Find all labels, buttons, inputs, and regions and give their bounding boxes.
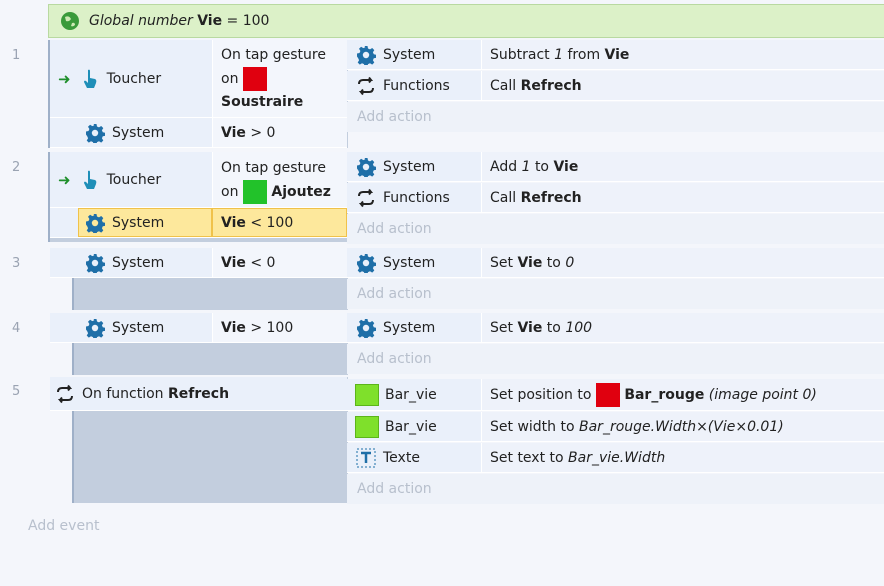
action-row[interactable]: Bar_vie Set position to Bar_rouge (image…: [347, 379, 884, 411]
event-number: 4: [12, 321, 21, 336]
condition-row[interactable]: System Vie > 0: [50, 118, 347, 148]
text-icon: [355, 447, 377, 469]
condition-object-label: Toucher: [106, 171, 162, 188]
action-row[interactable]: Functions Call Refrech: [347, 71, 884, 101]
action-object-label: System: [383, 254, 436, 271]
global-variable-text: Global number Vie = 100: [89, 13, 270, 29]
action-row[interactable]: System Subtract 1 from Vie: [347, 40, 884, 70]
event-number: 1: [12, 48, 21, 63]
action-text: Set Vie to 0: [481, 248, 884, 277]
action-row[interactable]: System Set Vie to 0: [347, 248, 884, 278]
bar-rouge-sprite-icon: [595, 382, 620, 407]
condition-text: on: [221, 183, 239, 200]
action-text: Set position to Bar_rouge (image point 0…: [481, 379, 884, 410]
event-number: 2: [12, 160, 21, 175]
action-row[interactable]: Functions Call Refrech: [347, 183, 884, 213]
action-text: Call Refrech: [481, 183, 884, 212]
sprite-icon: [355, 415, 379, 438]
action-row[interactable]: System Add 1 to Vie: [347, 152, 884, 182]
add-action-button[interactable]: Add action: [347, 474, 884, 504]
condition-variable: Vie: [221, 214, 246, 231]
condition-operator: > 100: [250, 319, 294, 336]
condition-operator: > 0: [250, 124, 276, 141]
functions-icon: [355, 187, 377, 209]
ajoutez-sprite-icon: [242, 179, 267, 204]
condition-variable: Vie: [221, 124, 246, 141]
action-text: Call Refrech: [481, 71, 884, 100]
condition-object-ref: Soustraire: [221, 93, 304, 110]
condition-operator: < 100: [250, 214, 294, 231]
touch-icon: [79, 68, 101, 90]
add-action-button[interactable]: Add action: [347, 279, 884, 309]
action-object-label: System: [383, 158, 436, 175]
add-action-button[interactable]: Add action: [347, 214, 884, 244]
functions-icon: [355, 75, 377, 97]
condition-text: On tap gesture: [221, 46, 326, 63]
condition-object-label: Toucher: [106, 70, 162, 87]
condition-row[interactable]: System Vie > 100: [50, 313, 347, 343]
gear-icon: [355, 317, 377, 339]
condition-object-label: System: [112, 254, 165, 271]
add-action-button[interactable]: Add action: [347, 344, 884, 374]
gear-icon: [355, 44, 377, 66]
gear-icon: [355, 252, 377, 274]
action-text: Subtract 1 from Vie: [481, 40, 884, 69]
add-action-button[interactable]: Add action: [347, 102, 884, 132]
condition-variable: Vie: [221, 319, 246, 336]
condition-row[interactable]: ➜ Toucher On tap gesture on Soustraire: [50, 40, 347, 118]
condition-text: On tap gesture: [221, 159, 326, 176]
condition-text: on: [221, 70, 239, 87]
event-number: 5: [12, 384, 21, 399]
action-object-label: Texte: [383, 449, 420, 466]
action-row[interactable]: Bar_vie Set width to Bar_rouge.Width×(Vi…: [347, 412, 884, 442]
gear-icon: [84, 317, 106, 339]
trigger-arrow-icon: ➜: [58, 170, 71, 189]
functions-icon: [54, 383, 76, 405]
action-text: Set width to Bar_rouge.Width×(Vie×0.01): [481, 412, 884, 441]
action-text: Set text to Bar_vie.Width: [481, 443, 884, 472]
action-object-label: Bar_vie: [385, 386, 437, 403]
action-text: Add 1 to Vie: [481, 152, 884, 181]
action-text: Set Vie to 100: [481, 313, 884, 342]
condition-row[interactable]: System Vie < 100: [50, 208, 347, 238]
condition-row[interactable]: ➜ Toucher On tap gesture on Ajoutez: [50, 152, 347, 208]
condition-row[interactable]: System Vie < 0: [50, 248, 347, 278]
condition-variable: Vie: [221, 254, 246, 271]
gear-icon: [84, 212, 106, 234]
add-event-button[interactable]: Add event: [28, 518, 99, 534]
trigger-arrow-icon: ➜: [58, 69, 71, 88]
touch-icon: [79, 169, 101, 191]
gear-icon: [84, 122, 106, 144]
gear-icon: [355, 156, 377, 178]
global-variable-row[interactable]: Global number Vie = 100: [48, 4, 884, 38]
condition-operator: < 0: [250, 254, 276, 271]
action-object-label: System: [383, 46, 436, 63]
condition-object-label: System: [112, 214, 165, 231]
action-row[interactable]: System Set Vie to 100: [347, 313, 884, 343]
action-object-label: System: [383, 319, 436, 336]
condition-object-label: System: [112, 124, 165, 141]
sprite-icon: [355, 383, 379, 406]
action-object-label: Bar_vie: [385, 418, 437, 435]
event-number: 3: [12, 256, 21, 271]
action-row[interactable]: Texte Set text to Bar_vie.Width: [347, 443, 884, 473]
function-header-row[interactable]: On function Refrech: [50, 377, 347, 411]
condition-object-ref: Ajoutez: [271, 183, 331, 200]
condition-object-label: System: [112, 319, 165, 336]
action-object-label: Functions: [383, 189, 450, 206]
function-header-label: On function Refrech: [82, 385, 230, 402]
gear-icon: [84, 252, 106, 274]
globe-icon: [59, 10, 81, 32]
action-object-label: Functions: [383, 77, 450, 94]
soustraire-sprite-icon: [242, 66, 267, 91]
